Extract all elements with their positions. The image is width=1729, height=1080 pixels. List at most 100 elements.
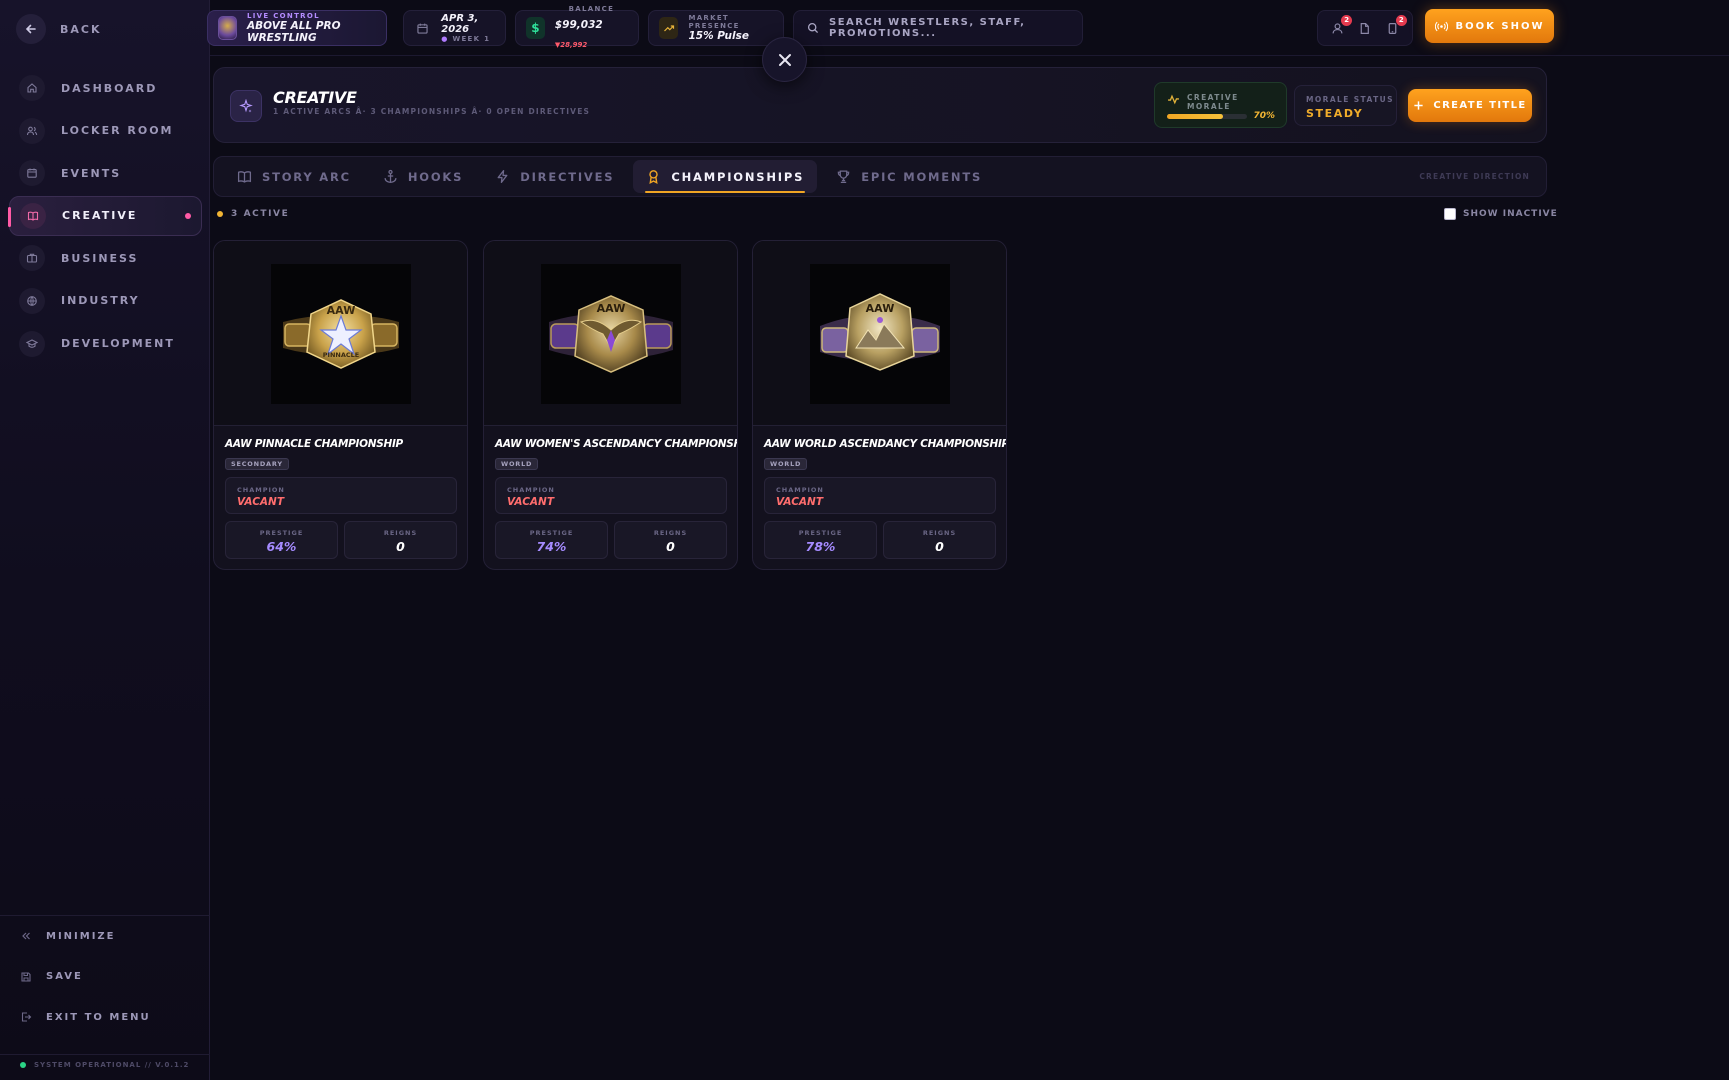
reigns-value: 0 xyxy=(935,539,944,554)
reigns-stat: REIGNS 0 xyxy=(344,521,457,559)
broadcast-icon xyxy=(1434,20,1448,33)
tab-epic-moments[interactable]: EPIC MOMENTS xyxy=(823,160,995,193)
create-title-label: CREATE TITLE xyxy=(1433,100,1527,111)
save-button[interactable]: SAVE xyxy=(0,957,210,998)
sidebar-item-dashboard[interactable]: DASHBOARD xyxy=(9,68,202,108)
notification-badge: 2 xyxy=(1341,14,1353,26)
sidebar-nav: DASHBOARD LOCKER ROOM EVENTS CREATIVE BU… xyxy=(8,68,202,366)
sidebar-item-label: CREATIVE xyxy=(62,209,138,223)
sidebar-item-development[interactable]: DEVELOPMENT xyxy=(9,324,202,364)
sidebar-item-label: DEVELOPMENT xyxy=(61,337,175,351)
search-icon xyxy=(807,22,819,34)
morale-percent: 70% xyxy=(1253,111,1275,121)
sidebar-item-label: LOCKER ROOM xyxy=(61,124,174,138)
balance-delta: ▼28,992 xyxy=(554,41,588,49)
sidebar-item-locker-room[interactable]: LOCKER ROOM xyxy=(9,111,202,151)
belt-plate-text: AAW xyxy=(597,302,626,315)
save-label: SAVE xyxy=(46,971,83,983)
minimize-button[interactable]: MINIMIZE xyxy=(0,916,210,957)
sidebar-item-label: BUSINESS xyxy=(61,251,139,265)
back-button[interactable]: BACK xyxy=(16,14,102,44)
activity-icon xyxy=(1167,91,1180,110)
notification-badge: 2 xyxy=(1395,14,1407,26)
tier-badge: WORLD xyxy=(764,458,808,470)
prestige-value: 64% xyxy=(266,539,297,554)
championship-card[interactable]: AAW AAW WOMEN'S ASCENDANCY CHAMPIONSHIP … xyxy=(483,240,738,570)
prestige-stat: PRESTIGE 74% xyxy=(495,521,608,559)
book-open-icon xyxy=(237,169,252,184)
create-title-button[interactable]: CREATE TITLE xyxy=(1408,89,1532,122)
balance-label: BALANCE xyxy=(568,5,615,13)
reigns-label: REIGNS xyxy=(383,529,418,537)
prestige-value: 74% xyxy=(536,539,567,554)
sidebar-item-business[interactable]: BUSINESS xyxy=(9,238,202,278)
balance-pill: $ BALANCE $99,032 ▼28,992 xyxy=(515,5,639,49)
champion-field: CHAMPION VACANT xyxy=(764,477,996,514)
people-button[interactable]: 2 xyxy=(1331,14,1353,35)
reigns-label: REIGNS xyxy=(653,529,688,537)
balance-value: $99,032 xyxy=(554,19,603,31)
sparkles-icon xyxy=(230,90,262,122)
promotion-logo xyxy=(218,16,238,40)
tab-hooks[interactable]: HOOKS xyxy=(370,160,476,193)
prestige-label: PRESTIGE xyxy=(259,529,304,537)
tab-championships[interactable]: CHAMPIONSHIPS xyxy=(633,160,818,193)
lightning-icon xyxy=(495,169,510,184)
creative-header: CREATIVE 1 ACTIVE ARCS Â· 3 CHAMPIONSHIP… xyxy=(213,67,1547,143)
morale-bar xyxy=(1167,114,1247,119)
belt-image-area: AAW PINNACLE xyxy=(214,241,467,426)
market-presence-label: MARKET PRESENCE xyxy=(688,14,740,30)
phone-button[interactable]: 2 xyxy=(1386,14,1407,35)
creative-tabs: STORY ARC HOOKS DIRECTIVES CHAMPIONSHIPS… xyxy=(213,156,1547,197)
championship-card[interactable]: AAW PINNACLE AAW PINNACLE CHAMPIONSHIP S… xyxy=(213,240,468,570)
live-control-label: LIVE CONTROL xyxy=(247,12,320,20)
champion-label: CHAMPION xyxy=(507,486,555,494)
sidebar-item-label: INDUSTRY xyxy=(61,294,140,308)
documents-button[interactable] xyxy=(1358,22,1371,35)
belt-image-area: AAW xyxy=(484,241,737,426)
current-week: ● WEEK 1 xyxy=(441,35,491,43)
log-out-icon xyxy=(20,1011,34,1023)
calendar-icon xyxy=(19,160,45,187)
tab-label: EPIC MOMENTS xyxy=(861,169,983,184)
belt-plate-text: AAW xyxy=(866,302,895,315)
tab-label: HOOKS xyxy=(407,169,464,184)
championship-card[interactable]: AAW AAW WORLD ASCENDANCY CHAMPIONSHIP WO… xyxy=(752,240,1007,570)
morale-status-label: MORALE STATUS xyxy=(1306,95,1394,104)
graduation-cap-icon xyxy=(19,330,45,357)
prestige-stat: PRESTIGE 78% xyxy=(764,521,877,559)
trophy-icon xyxy=(836,169,851,184)
date-pill: APR 3, 2026 ● WEEK 1 xyxy=(403,10,506,46)
sidebar-item-creative[interactable]: CREATIVE xyxy=(8,195,202,236)
tier-badge: WORLD xyxy=(495,458,539,470)
tab-directives[interactable]: DIRECTIVES xyxy=(482,160,627,193)
book-show-button[interactable]: BOOK SHOW xyxy=(1425,9,1554,43)
system-status-text: SYSTEM OPERATIONAL // V.0.1.2 xyxy=(34,1061,190,1069)
users-icon xyxy=(19,117,45,144)
morale-label: CREATIVE MORALE xyxy=(1187,93,1239,111)
briefcase-icon xyxy=(19,245,45,272)
award-icon xyxy=(646,169,661,184)
show-inactive-toggle[interactable]: SHOW INACTIVE xyxy=(1444,208,1558,220)
close-button[interactable] xyxy=(762,37,807,82)
sidebar-item-events[interactable]: EVENTS xyxy=(9,153,202,193)
market-presence-value: 15% Pulse xyxy=(688,30,750,42)
exit-to-menu-button[interactable]: EXIT TO MENU xyxy=(0,997,210,1038)
book-show-label: BOOK SHOW xyxy=(1455,20,1545,32)
search-placeholder: SEARCH WRESTLERS, STAFF, PROMOTIONS... xyxy=(829,17,1026,39)
active-indicator-dot xyxy=(185,212,191,219)
live-control-pill[interactable]: LIVE CONTROL ABOVE ALL PRO WRESTLING xyxy=(207,10,387,46)
champion-field: CHAMPION VACANT xyxy=(225,477,457,514)
status-indicator-dot xyxy=(20,1062,26,1068)
book-icon xyxy=(20,202,46,229)
tab-story-arc[interactable]: STORY ARC xyxy=(224,160,364,193)
page-title: CREATIVE xyxy=(273,88,357,107)
sidebar-item-industry[interactable]: INDUSTRY xyxy=(9,281,202,321)
search-input[interactable]: SEARCH WRESTLERS, STAFF, PROMOTIONS... xyxy=(793,10,1083,46)
sidebar-item-label: EVENTS xyxy=(61,166,122,180)
reigns-value: 0 xyxy=(396,539,405,554)
show-inactive-label: SHOW INACTIVE xyxy=(1463,209,1558,219)
system-status: SYSTEM OPERATIONAL // V.0.1.2 xyxy=(0,1054,210,1069)
show-inactive-checkbox[interactable] xyxy=(1444,208,1456,220)
sidebar-footer: MINIMIZE SAVE EXIT TO MENU xyxy=(0,915,210,1038)
